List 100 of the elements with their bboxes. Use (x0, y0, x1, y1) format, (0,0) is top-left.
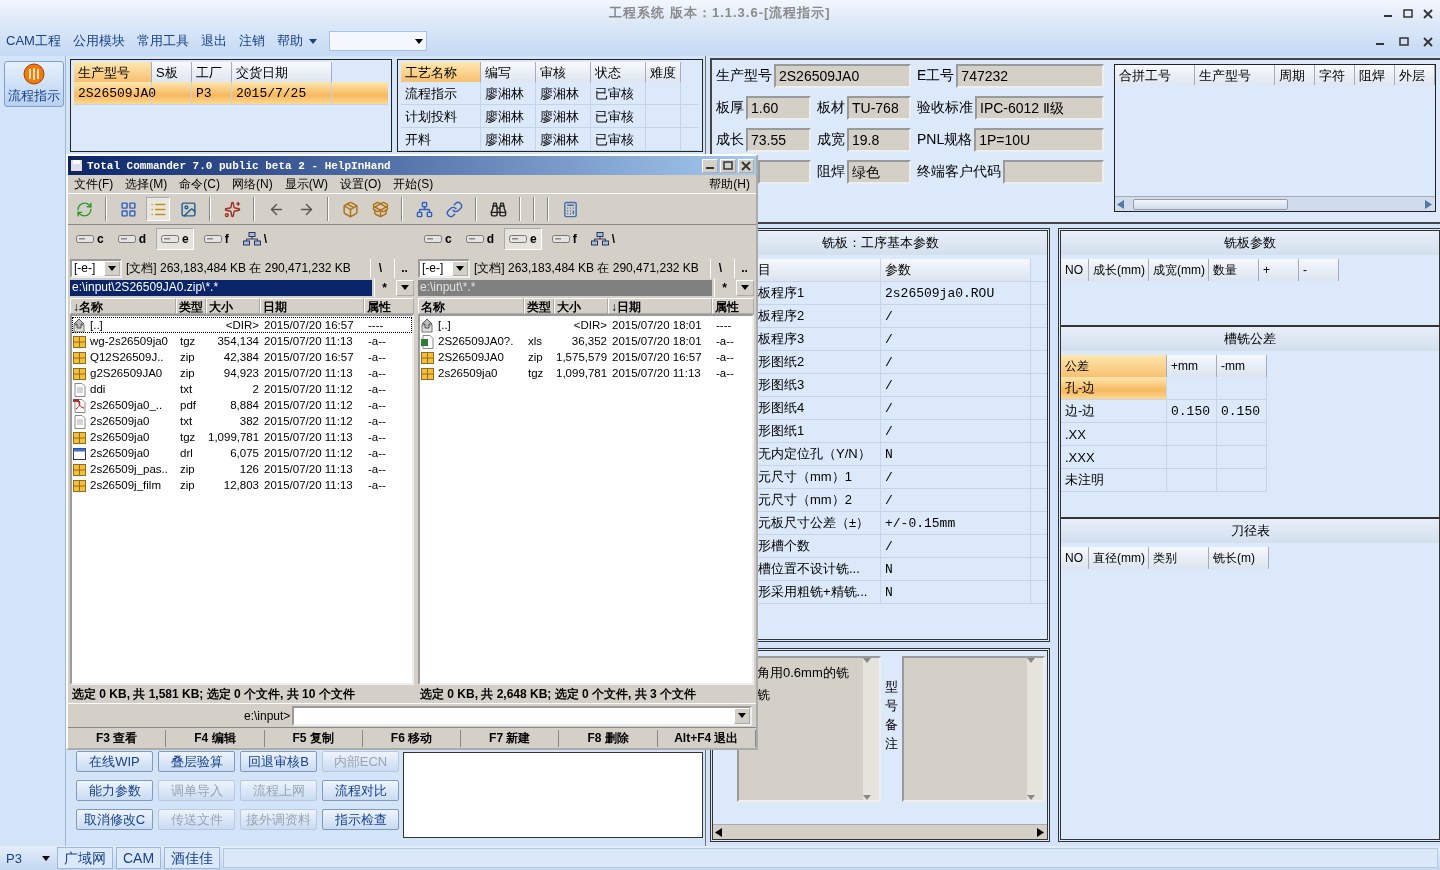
image-icon[interactable] (179, 200, 197, 218)
drive-button[interactable]: d (461, 228, 499, 250)
drive-button[interactable]: e (156, 228, 194, 250)
sidebar-button[interactable]: 流程指示 (4, 61, 64, 107)
caret-down-icon[interactable] (108, 265, 116, 271)
text-field[interactable]: 747232 (956, 64, 1104, 88)
menu-item[interactable]: 设置(O) (340, 175, 382, 193)
text-field[interactable]: 73.55 (746, 128, 811, 152)
action-button[interactable]: 叠层验算 (158, 751, 235, 772)
drive-dropdown[interactable]: [-e-] (418, 258, 470, 278)
text-field[interactable] (758, 160, 811, 184)
drive-button[interactable]: d (113, 228, 151, 250)
text-field[interactable]: TU-768 (847, 96, 911, 120)
grid-view-icon[interactable] (119, 200, 137, 218)
menu-item[interactable]: 开始(S) (393, 175, 434, 193)
function-key-button[interactable]: F7 新建 (461, 729, 560, 747)
column-header[interactable]: 属性 (712, 298, 754, 314)
column-header[interactable]: 参数 (885, 261, 911, 279)
column-header[interactable]: 名称 (418, 298, 524, 314)
root-button[interactable]: \ (370, 258, 390, 278)
scroll-right-icon[interactable] (1037, 827, 1045, 837)
menu-item[interactable]: 命令(C) (179, 175, 220, 193)
column-header[interactable]: 生产型号 (74, 62, 152, 82)
maximize-icon[interactable] (1398, 35, 1410, 47)
drive-button[interactable]: c (72, 228, 108, 250)
column-header[interactable]: ↓日期 (608, 298, 712, 314)
text-field[interactable]: 1P=10U (974, 128, 1104, 152)
column-header[interactable]: 字符 (1315, 65, 1355, 85)
status-tab[interactable]: CAM (116, 847, 162, 869)
column-header[interactable]: 周期 (1275, 65, 1315, 85)
menu-item[interactable]: CAM工程 (6, 32, 61, 50)
function-key-button[interactable]: F5 复制 (264, 729, 363, 747)
network-icon[interactable] (415, 200, 433, 218)
column-header[interactable]: NO (1061, 547, 1089, 569)
menu-item[interactable]: 常用工具 (136, 32, 189, 50)
action-button[interactable]: 回退审核B (240, 751, 317, 772)
action-button[interactable]: 能力参数 (76, 780, 153, 801)
table-row[interactable]: 2S26509JA0 P3 2015/7/25 (74, 82, 389, 105)
drive-button[interactable]: f (547, 228, 581, 250)
menu-item[interactable]: 显示(W) (284, 175, 328, 193)
column-header[interactable]: 数量 (1209, 259, 1259, 281)
caret-down-icon[interactable] (456, 265, 464, 271)
status-dropdown[interactable]: P3 (2, 848, 54, 868)
table-cell[interactable]: .XX (1061, 423, 1167, 446)
menu-item[interactable]: 选择(M) (125, 175, 168, 193)
text-field[interactable]: 19.8 (847, 128, 911, 152)
text-field[interactable]: IPC-6012 Ⅱ级 (975, 96, 1104, 120)
column-header[interactable]: 类型 (524, 298, 554, 314)
notes-field[interactable]: 角用0.6mm的铣 铣 (737, 656, 881, 802)
close-icon[interactable] (1422, 7, 1434, 19)
drive-button[interactable]: \ (586, 228, 620, 250)
column-header[interactable]: 阻焊 (1355, 65, 1395, 85)
menu-item[interactable]: 帮助 (276, 32, 317, 50)
status-tab[interactable]: 酒佳佳 (164, 847, 221, 869)
text-field[interactable]: 2S26509JA0 (774, 64, 911, 88)
column-header[interactable]: 交货日期 (232, 62, 332, 82)
column-header[interactable]: 编写 (481, 62, 537, 82)
maximize-icon[interactable] (1402, 7, 1414, 19)
column-header[interactable]: 直径(mm) (1089, 547, 1149, 569)
drive-button[interactable]: e (504, 228, 542, 250)
caret-down-icon[interactable] (738, 713, 746, 718)
history-caret-icon[interactable] (401, 285, 409, 290)
column-header[interactable]: 成长(mm) (1089, 259, 1149, 281)
table-cell[interactable]: 未注明 (1061, 469, 1167, 492)
menu-item[interactable]: 文件(F) (74, 175, 114, 193)
table-cell[interactable]: .XXX (1061, 446, 1167, 469)
action-button[interactable]: 指示检查 (322, 809, 399, 830)
column-header[interactable]: 审核 (536, 62, 592, 82)
menu-item[interactable]: 网络(N) (232, 175, 273, 193)
column-header[interactable]: S板 (152, 62, 192, 82)
function-key-button[interactable]: F3 查看 (68, 729, 167, 747)
caret-down-icon[interactable] (414, 38, 423, 44)
column-header[interactable]: 生产型号 (1195, 65, 1275, 85)
column-header[interactable]: +mm (1167, 355, 1217, 377)
scrollbar[interactable] (713, 824, 1047, 839)
column-header[interactable]: 成宽(mm) (1149, 259, 1209, 281)
caret-down-icon[interactable] (42, 855, 50, 861)
close-icon[interactable] (740, 160, 752, 171)
column-header[interactable]: 类型 (176, 298, 206, 314)
column-header[interactable]: 难度 (646, 62, 682, 82)
drive-button[interactable]: c (420, 228, 456, 250)
function-key-button[interactable]: F6 移动 (362, 729, 462, 747)
menu-item[interactable]: 帮助(H) (709, 175, 750, 193)
text-field[interactable]: 绿色 (847, 160, 911, 184)
menu-item[interactable]: 退出 (200, 32, 227, 50)
root-button[interactable]: \ (710, 258, 730, 278)
column-header[interactable]: 外层 (1395, 65, 1435, 85)
column-header[interactable]: 工艺名称 (401, 62, 482, 82)
column-header[interactable]: 状态 (591, 62, 647, 82)
close-icon[interactable] (1422, 35, 1434, 47)
drive-button[interactable]: \ (238, 228, 272, 250)
drive-dropdown[interactable]: [-e-] (70, 258, 122, 278)
column-header[interactable]: NO (1061, 259, 1089, 281)
scroll-up-icon[interactable] (1027, 658, 1035, 663)
command-field[interactable] (292, 705, 752, 726)
column-header[interactable]: 铣长(m) (1209, 547, 1269, 569)
column-header[interactable]: 公差 (1061, 355, 1167, 377)
up-button[interactable]: .. (734, 258, 754, 278)
text-field[interactable] (1003, 160, 1104, 184)
binoculars-icon[interactable] (489, 200, 507, 218)
